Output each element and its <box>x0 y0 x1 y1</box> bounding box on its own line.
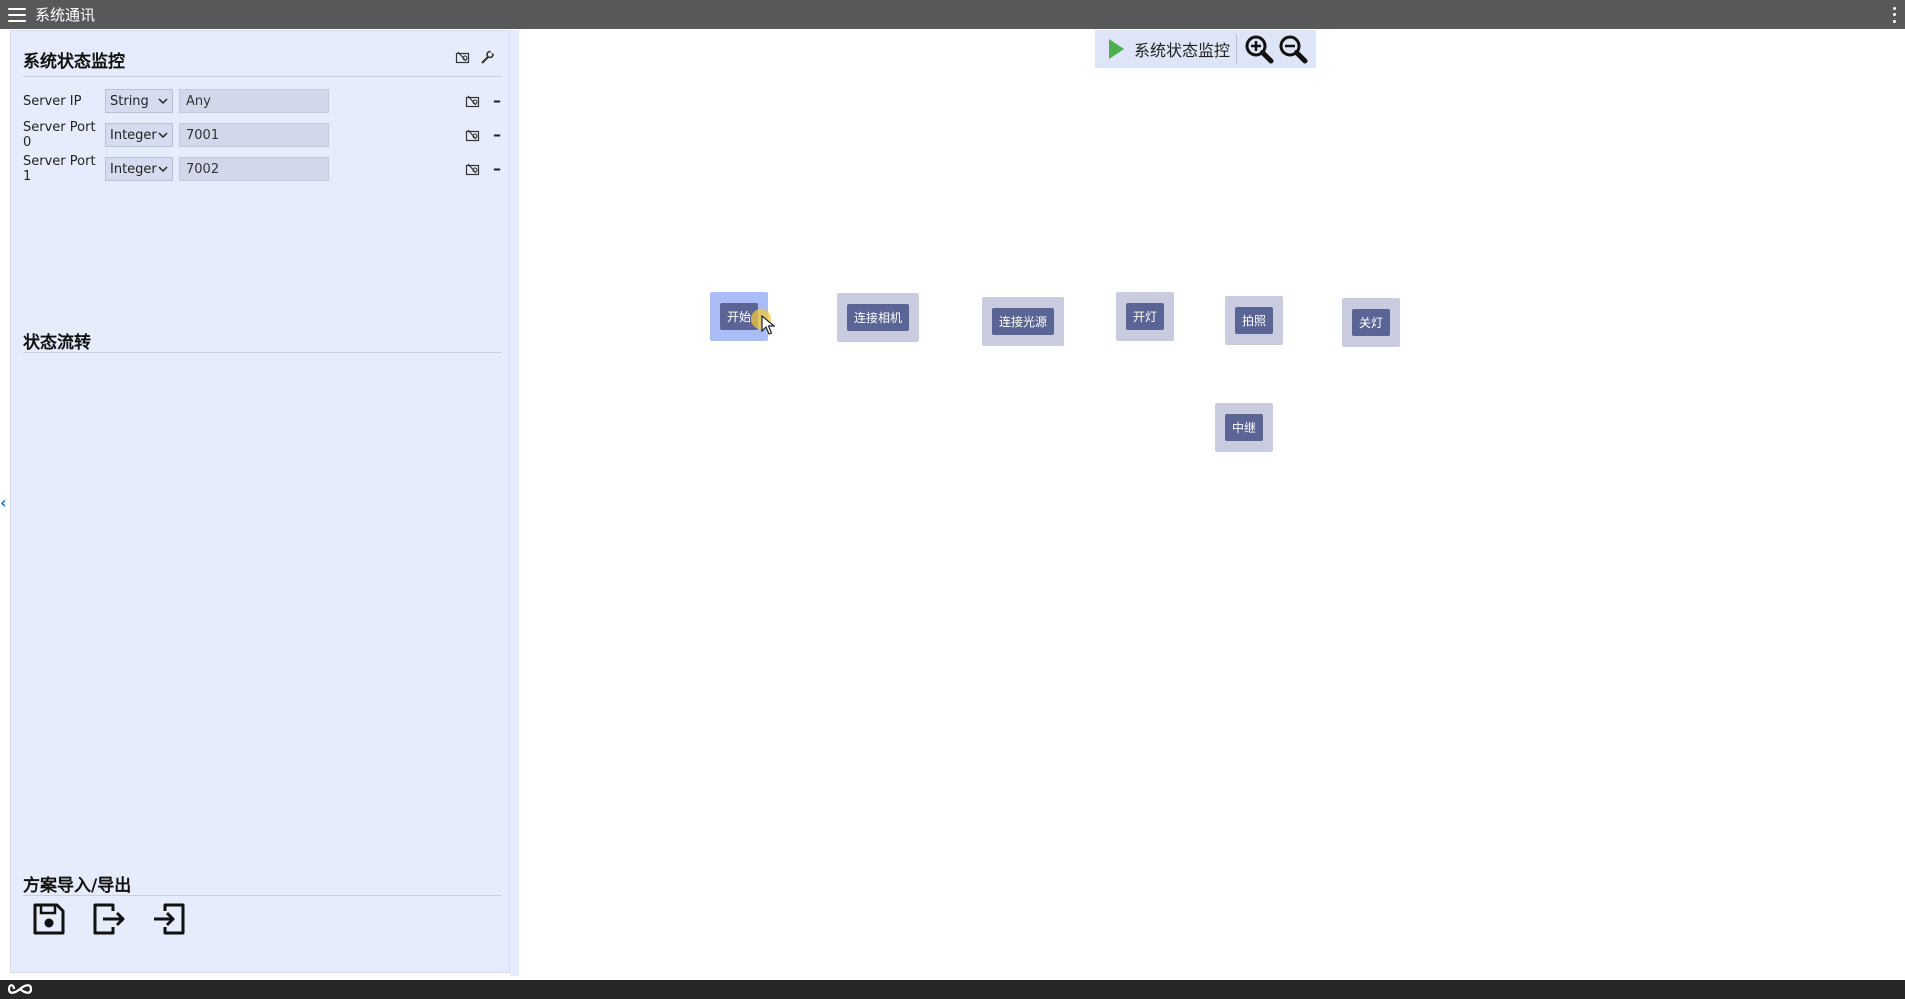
menu-icon[interactable] <box>8 7 26 22</box>
param-row-server-port-1: Server Port 1 Integer – <box>23 154 505 184</box>
flow-node-light-off[interactable]: 关灯 <box>1342 298 1400 347</box>
wrench-icon[interactable] <box>479 49 495 65</box>
node-label: 拍照 <box>1234 307 1273 334</box>
status-bar <box>0 980 1905 999</box>
remove-param-button[interactable]: – <box>493 127 501 143</box>
scheme-divider <box>23 895 501 896</box>
flow-section-title: 状态流转 <box>23 333 91 353</box>
export-icon[interactable] <box>91 901 127 937</box>
sidebar: 系统状态监控 Server IP String – Server Port 0 … <box>10 30 510 973</box>
save-icon[interactable] <box>31 901 67 937</box>
chevron-down-icon <box>158 98 168 105</box>
run-icon[interactable] <box>1102 31 1130 67</box>
chevron-down-icon <box>158 166 168 173</box>
flow-divider <box>23 352 501 353</box>
param-type-value: Integer <box>110 161 157 177</box>
link-icon[interactable] <box>465 93 481 109</box>
import-icon[interactable] <box>151 901 187 937</box>
param-type-value: Integer <box>110 127 157 143</box>
node-label: 中继 <box>1224 414 1263 441</box>
row-actions: – <box>465 161 501 177</box>
flow-node-connect-camera[interactable]: 连接相机 <box>837 293 919 342</box>
param-type-value: String <box>110 93 149 109</box>
node-label: 关灯 <box>1351 309 1390 336</box>
canvas-toolbar: 系统状态监控 <box>1095 30 1316 68</box>
node-label: 开灯 <box>1125 303 1164 330</box>
param-label: Server Port 0 <box>23 120 96 150</box>
zoom-out-icon[interactable] <box>1277 32 1309 66</box>
monitor-section-title: 系统状态监控 <box>23 52 125 72</box>
flow-node-relay[interactable]: 中继 <box>1215 403 1273 452</box>
infinity-logo-icon <box>8 984 32 994</box>
link-icon[interactable] <box>465 127 481 143</box>
param-label: Server Port 1 <box>23 154 96 184</box>
toolbar-divider <box>1236 34 1238 64</box>
row-actions: – <box>465 93 501 109</box>
param-row-server-port-0: Server Port 0 Integer – <box>23 120 505 150</box>
node-label: 连接相机 <box>846 304 909 331</box>
monitor-divider <box>23 76 501 77</box>
param-label: Server IP <box>23 93 82 109</box>
node-label: 连接光源 <box>991 308 1054 335</box>
row-actions: – <box>465 127 501 143</box>
app-title: 系统通讯 <box>35 6 96 24</box>
param-type-select[interactable]: String <box>105 89 173 113</box>
zoom-in-icon[interactable] <box>1243 32 1275 66</box>
param-type-select[interactable]: Integer <box>105 123 173 147</box>
param-value-input[interactable] <box>179 157 329 181</box>
param-value-input[interactable] <box>179 123 329 147</box>
monitor-section-actions <box>455 49 495 65</box>
mouse-cursor-icon <box>761 315 775 335</box>
flow-node-connect-light[interactable]: 连接光源 <box>982 297 1064 346</box>
link-icon[interactable] <box>465 161 481 177</box>
more-options-icon[interactable] <box>1891 5 1897 25</box>
param-row-server-ip: Server IP String – <box>23 88 505 114</box>
remove-param-button[interactable]: – <box>493 161 501 177</box>
flow-node-capture[interactable]: 拍照 <box>1225 296 1283 345</box>
sidebar-gutter <box>510 30 519 976</box>
scheme-section-title: 方案导入/导出 <box>23 876 132 896</box>
param-type-select[interactable]: Integer <box>105 157 173 181</box>
chevron-down-icon <box>158 132 168 139</box>
title-bar: 系统通讯 <box>0 0 1905 29</box>
scheme-io-buttons <box>31 901 187 937</box>
param-value-input[interactable] <box>179 89 329 113</box>
toolbar-label: 系统状态监控 <box>1134 41 1231 60</box>
link-icon[interactable] <box>455 49 471 65</box>
collapse-sidebar-icon[interactable]: ‹ <box>0 494 9 512</box>
flow-node-light-on[interactable]: 开灯 <box>1116 292 1174 341</box>
remove-param-button[interactable]: – <box>493 93 501 109</box>
